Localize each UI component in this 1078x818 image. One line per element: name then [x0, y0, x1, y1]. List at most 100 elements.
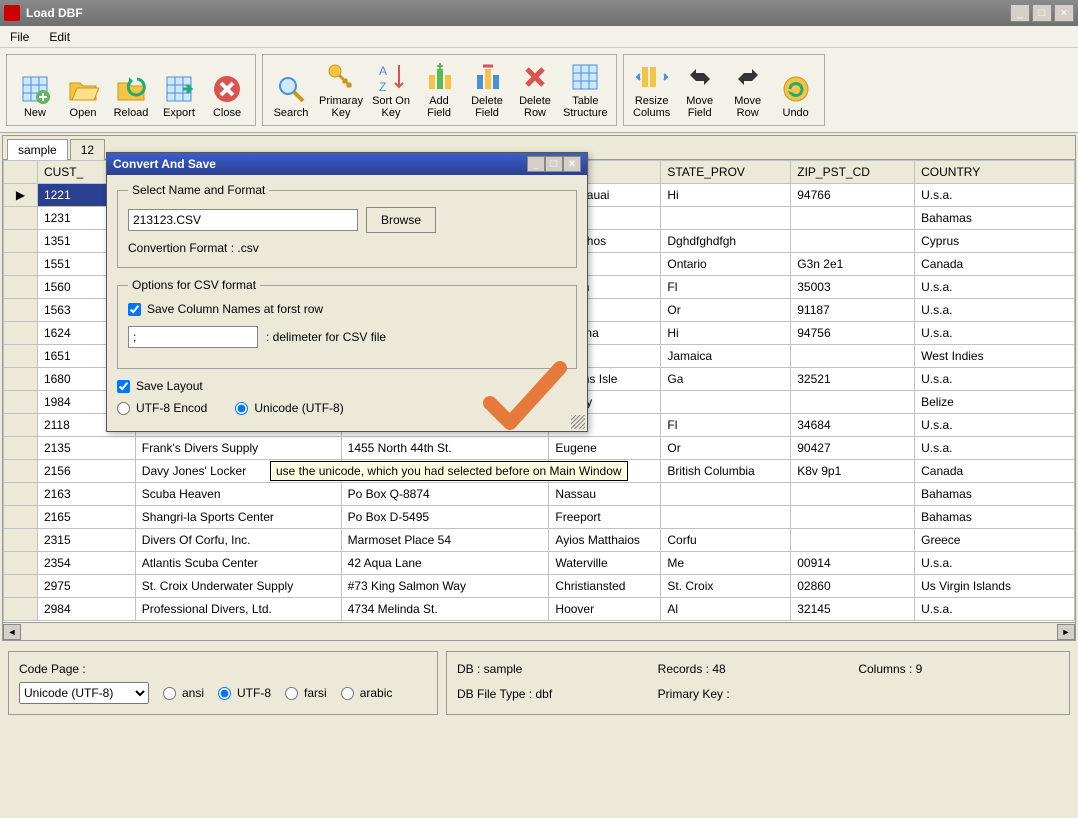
- toolbar-sort-button[interactable]: AZSort On Key: [369, 59, 413, 121]
- toolbar-addfield-button[interactable]: Add Field: [417, 59, 461, 121]
- cell[interactable]: Corfu: [661, 529, 791, 552]
- cell[interactable]: Freeport: [549, 506, 661, 529]
- browse-button[interactable]: Browse: [366, 207, 436, 233]
- cell[interactable]: Belize: [915, 391, 1075, 414]
- cell[interactable]: Us Virgin Islands: [915, 575, 1075, 598]
- cell[interactable]: [791, 207, 915, 230]
- cell[interactable]: 35003: [791, 276, 915, 299]
- toolbar-search-button[interactable]: Search: [269, 59, 313, 121]
- cell[interactable]: Me: [661, 552, 791, 575]
- scroll-left-button[interactable]: ◄: [3, 624, 21, 640]
- table-row[interactable]: 2165Shangri-la Sports CenterPo Box D-549…: [4, 506, 1075, 529]
- radio-unicode-utf8[interactable]: Unicode (UTF-8): [235, 401, 343, 415]
- cell[interactable]: Canada: [915, 253, 1075, 276]
- cell[interactable]: [791, 506, 915, 529]
- delimiter-input[interactable]: [128, 326, 258, 348]
- cell[interactable]: [661, 506, 791, 529]
- horizontal-scrollbar[interactable]: ◄ ►: [3, 622, 1075, 640]
- toolbar-open-button[interactable]: Open: [61, 59, 105, 121]
- cell[interactable]: [4, 230, 38, 253]
- cell[interactable]: [4, 299, 38, 322]
- cell[interactable]: ▶: [4, 184, 38, 207]
- cell[interactable]: St. Croix Underwater Supply: [135, 575, 341, 598]
- cell[interactable]: 94756: [791, 322, 915, 345]
- column-header[interactable]: [4, 161, 38, 184]
- cell[interactable]: Dghdfghdfgh: [661, 230, 791, 253]
- cell[interactable]: [4, 207, 38, 230]
- radio-utf8-encod[interactable]: UTF-8 Encod: [117, 401, 207, 415]
- cell[interactable]: Bahamas: [915, 207, 1075, 230]
- cell[interactable]: U.s.a.: [915, 322, 1075, 345]
- dialog-titlebar[interactable]: Convert And Save _ □ ×: [107, 153, 587, 175]
- toolbar-reload-button[interactable]: Reload: [109, 59, 153, 121]
- cell[interactable]: 00914: [791, 552, 915, 575]
- toolbar-tstruct-button[interactable]: Table Structure: [561, 59, 610, 121]
- toolbar-rescol-button[interactable]: Resize Colums: [630, 59, 674, 121]
- cell[interactable]: Canada: [915, 460, 1075, 483]
- cell[interactable]: 42 Aqua Lane: [341, 552, 549, 575]
- cell[interactable]: Hoover: [549, 598, 661, 621]
- cell[interactable]: Shangri-la Sports Center: [135, 506, 341, 529]
- cell[interactable]: 91187: [791, 299, 915, 322]
- cell[interactable]: Waterville: [549, 552, 661, 575]
- cell[interactable]: Scuba Heaven: [135, 483, 341, 506]
- cell[interactable]: [4, 253, 38, 276]
- toolbar-new-button[interactable]: New: [13, 59, 57, 121]
- cell[interactable]: Bahamas: [915, 483, 1075, 506]
- menu-edit[interactable]: Edit: [49, 30, 70, 44]
- column-header[interactable]: ZIP_PST_CD: [791, 161, 915, 184]
- cell[interactable]: Or: [661, 437, 791, 460]
- cell[interactable]: [791, 391, 915, 414]
- cell[interactable]: [4, 368, 38, 391]
- cell[interactable]: Marmoset Place 54: [341, 529, 549, 552]
- cell[interactable]: Bahamas: [915, 506, 1075, 529]
- toolbar-delrow-button[interactable]: Delete Row: [513, 59, 557, 121]
- cell[interactable]: Christiansted: [549, 575, 661, 598]
- cell[interactable]: Po Box D-5495: [341, 506, 549, 529]
- table-row[interactable]: 2315Divers Of Corfu, Inc.Marmoset Place …: [4, 529, 1075, 552]
- cell[interactable]: 2354: [37, 552, 135, 575]
- cell[interactable]: Po Box Q-8874: [341, 483, 549, 506]
- cell[interactable]: [4, 483, 38, 506]
- cell[interactable]: [4, 391, 38, 414]
- radio-farsi[interactable]: farsi: [285, 686, 327, 700]
- cell[interactable]: U.s.a.: [915, 552, 1075, 575]
- menu-file[interactable]: File: [10, 30, 29, 44]
- cell[interactable]: 2163: [37, 483, 135, 506]
- cell[interactable]: [4, 506, 38, 529]
- tab-12[interactable]: 12: [70, 139, 105, 160]
- close-button[interactable]: ×: [1054, 4, 1074, 22]
- cell[interactable]: [661, 483, 791, 506]
- scroll-right-button[interactable]: ►: [1057, 624, 1075, 640]
- toolbar-export-button[interactable]: Export: [157, 59, 201, 121]
- cell[interactable]: [791, 345, 915, 368]
- toolbar-close-button[interactable]: Close: [205, 59, 249, 121]
- cell[interactable]: [791, 529, 915, 552]
- cell[interactable]: [4, 460, 38, 483]
- cell[interactable]: 32145: [791, 598, 915, 621]
- cell[interactable]: British Columbia: [661, 460, 791, 483]
- cell[interactable]: #73 King Salmon Way: [341, 575, 549, 598]
- cell[interactable]: Ontario: [661, 253, 791, 276]
- toolbar-mvrow-button[interactable]: Move Row: [726, 59, 770, 121]
- cell[interactable]: Ga: [661, 368, 791, 391]
- cell[interactable]: 2975: [37, 575, 135, 598]
- cell[interactable]: Ayios Matthaios: [549, 529, 661, 552]
- cell[interactable]: Fl: [661, 414, 791, 437]
- dialog-minimize-button[interactable]: _: [527, 156, 545, 172]
- cell[interactable]: St. Croix: [661, 575, 791, 598]
- cell[interactable]: Fl: [661, 276, 791, 299]
- cell[interactable]: [4, 529, 38, 552]
- cell[interactable]: Al: [661, 598, 791, 621]
- cell[interactable]: U.s.a.: [915, 276, 1075, 299]
- cell[interactable]: Jamaica: [661, 345, 791, 368]
- cell[interactable]: Hi: [661, 184, 791, 207]
- toolbar-mvfield-button[interactable]: Move Field: [678, 59, 722, 121]
- cell[interactable]: U.s.a.: [915, 299, 1075, 322]
- cell[interactable]: [4, 276, 38, 299]
- cell[interactable]: [4, 345, 38, 368]
- table-row[interactable]: 2975St. Croix Underwater Supply#73 King …: [4, 575, 1075, 598]
- cell[interactable]: Frank's Divers Supply: [135, 437, 341, 460]
- cell[interactable]: U.s.a.: [915, 184, 1075, 207]
- cell[interactable]: Atlantis Scuba Center: [135, 552, 341, 575]
